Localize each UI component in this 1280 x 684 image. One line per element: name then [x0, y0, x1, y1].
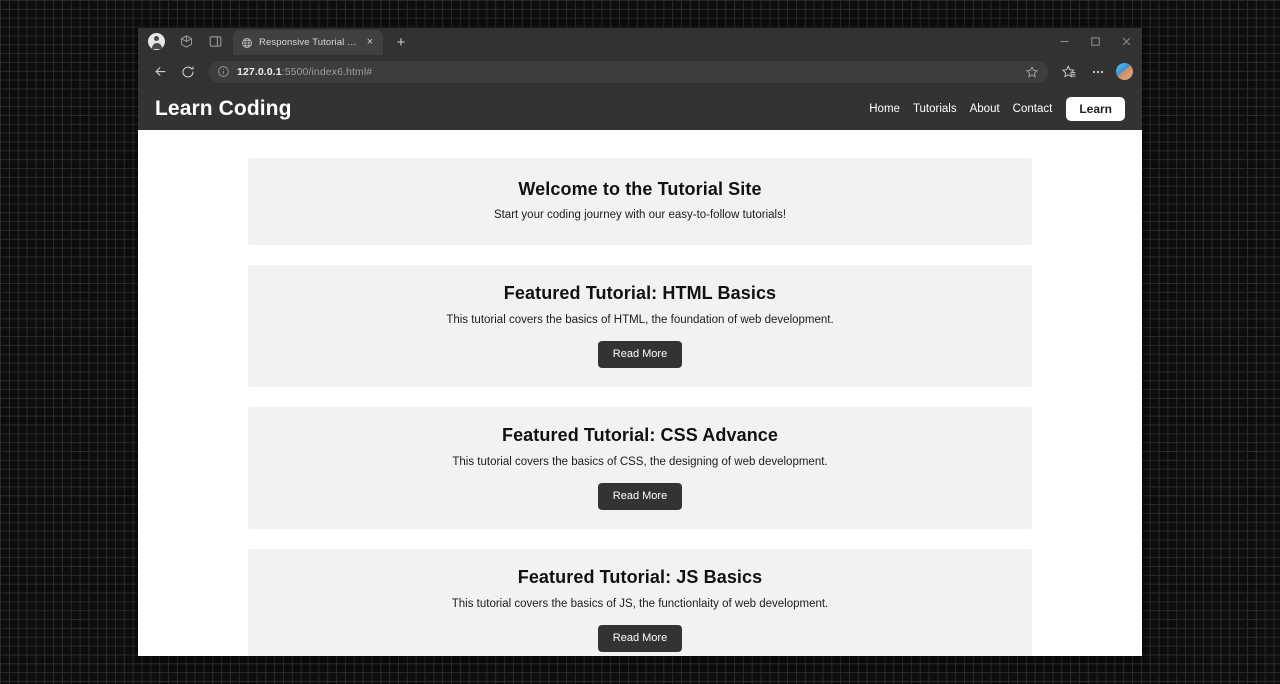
copilot-icon[interactable]	[1116, 63, 1133, 80]
browser-tab[interactable]: Responsive Tutorial Site ×	[233, 30, 383, 55]
nav-link-about[interactable]: About	[970, 103, 1000, 115]
new-tab-button[interactable]: +	[390, 31, 412, 53]
reload-button[interactable]	[175, 59, 201, 85]
workspaces-icon[interactable]	[179, 34, 194, 49]
page-main: Welcome to the Tutorial Site Start your …	[138, 130, 1142, 656]
welcome-subtitle: Start your coding journey with our easy-…	[493, 209, 787, 221]
address-bar-url: 127.0.0.1:5500/index6.html#	[237, 66, 1018, 78]
tutorial-card-text: This tutorial covers the basics of HTML,…	[446, 313, 834, 326]
tutorial-card-title: Featured Tutorial: CSS Advance	[501, 424, 779, 445]
read-more-button-css[interactable]: Read More	[597, 482, 683, 510]
settings-more-icon[interactable]	[1085, 59, 1110, 84]
nav-link-contact[interactable]: Contact	[1013, 103, 1053, 115]
learn-button[interactable]: Learn	[1066, 97, 1125, 121]
tab-strip-left-icons	[144, 28, 233, 55]
url-path: :5500/index6.html#	[281, 65, 373, 78]
browser-tab-strip: Responsive Tutorial Site × +	[138, 28, 1142, 55]
browser-window: Responsive Tutorial Site × + 127.0.0.1:5…	[138, 28, 1142, 656]
nav-link-tutorials[interactable]: Tutorials	[913, 103, 957, 115]
window-controls	[1049, 28, 1142, 55]
url-host: 127.0.0.1	[237, 65, 282, 78]
star-icon[interactable]	[1025, 65, 1039, 79]
read-more-button-js[interactable]: Read More	[597, 624, 683, 652]
window-close-button[interactable]	[1111, 28, 1142, 55]
site-header: Learn Coding Home Tutorials About Contac…	[138, 88, 1142, 130]
tutorial-card-text: This tutorial covers the basics of JS, t…	[451, 597, 829, 610]
page-viewport: Learn Coding Home Tutorials About Contac…	[138, 88, 1142, 656]
collections-star-icon[interactable]	[1057, 59, 1082, 84]
nav-link-home[interactable]: Home	[869, 103, 900, 115]
tutorial-card-text: This tutorial covers the basics of CSS, …	[452, 455, 828, 468]
address-bar[interactable]: 127.0.0.1:5500/index6.html#	[209, 60, 1048, 83]
site-logo: Learn Coding	[155, 97, 292, 120]
tutorial-card-html: Featured Tutorial: HTML Basics This tuto…	[248, 264, 1032, 387]
split-screen-icon[interactable]	[208, 34, 223, 49]
window-minimize-button[interactable]	[1049, 28, 1080, 55]
tutorial-card-title: Featured Tutorial: JS Basics	[517, 566, 763, 587]
site-info-icon[interactable]	[217, 65, 230, 78]
globe-icon	[242, 37, 252, 48]
back-button[interactable]	[147, 59, 173, 85]
tab-title: Responsive Tutorial Site	[259, 37, 357, 48]
tab-close-icon[interactable]: ×	[363, 36, 377, 50]
browser-nav-bar: 127.0.0.1:5500/index6.html#	[138, 55, 1142, 88]
tutorial-card-title: Featured Tutorial: HTML Basics	[503, 282, 777, 303]
profile-avatar-icon[interactable]	[148, 33, 165, 50]
window-maximize-button[interactable]	[1080, 28, 1111, 55]
tutorial-card-css: Featured Tutorial: CSS Advance This tuto…	[248, 406, 1032, 529]
read-more-button-html[interactable]: Read More	[597, 340, 683, 368]
welcome-title: Welcome to the Tutorial Site	[518, 179, 762, 199]
welcome-card: Welcome to the Tutorial Site Start your …	[248, 158, 1032, 245]
site-nav: Home Tutorials About Contact Learn	[869, 97, 1125, 121]
tutorial-card-js: Featured Tutorial: JS Basics This tutori…	[248, 548, 1032, 656]
browser-right-actions	[1057, 59, 1133, 84]
